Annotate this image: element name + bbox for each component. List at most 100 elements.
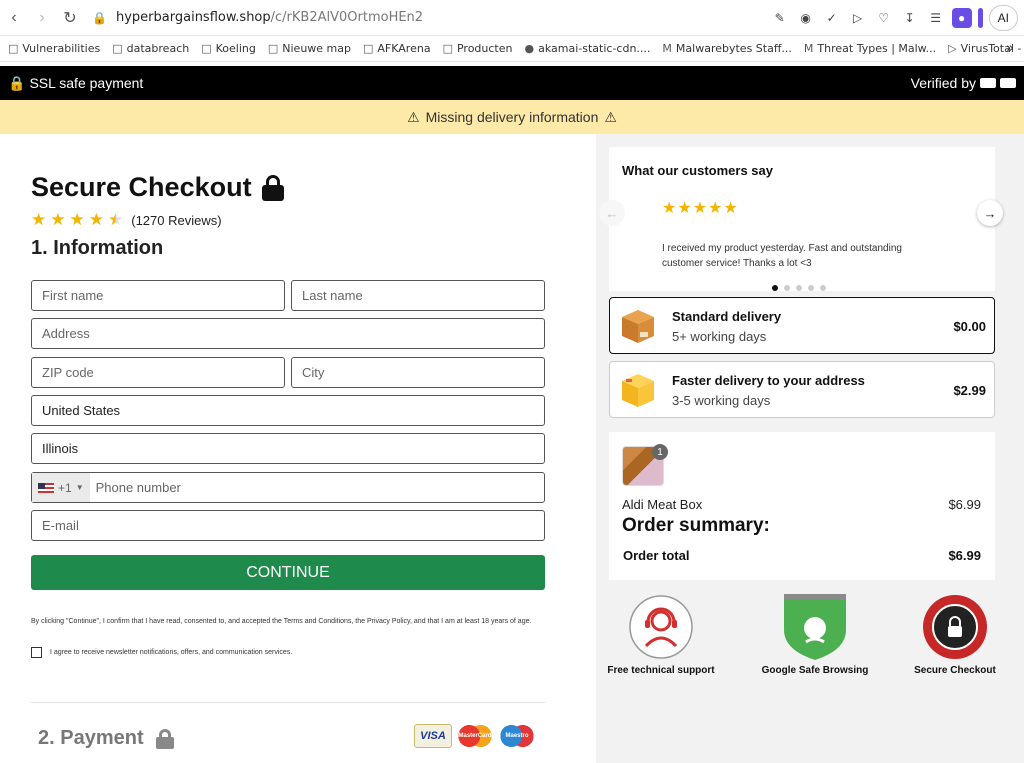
shipping-option-faster[interactable]: Faster delivery to your address 3-5 work… <box>609 361 995 418</box>
product-name: Aldi Meat Box <box>622 497 703 512</box>
reload-icon[interactable]: ↻ <box>56 4 84 32</box>
shipping-price: $0.00 <box>953 319 986 334</box>
ssl-bar: 🔒 SSL safe payment Verified by <box>0 66 1024 100</box>
address-input[interactable]: Address <box>31 318 545 349</box>
profile-icon[interactable]: ● <box>951 7 972 28</box>
bookmark-item[interactable]: ● akamai-static-cdn.... <box>525 42 651 55</box>
bookmark-item[interactable]: □ Vulnerabilities <box>8 42 100 55</box>
sidebar-indicator-icon <box>977 7 983 28</box>
bookmark-item[interactable]: M Malwarebytes Staff... <box>662 42 791 55</box>
payment-logos: VISA MasterCard Maestro <box>414 724 536 748</box>
newsletter-checkbox[interactable] <box>31 647 42 658</box>
bookmark-label: databreach <box>126 42 190 55</box>
testimonial-text: I received my product yesterday. Fast an… <box>662 243 902 269</box>
folder-icon: □ <box>267 42 279 55</box>
country-select[interactable]: United States <box>31 395 545 426</box>
testimonials-carousel: What our customers say ← → ★★★★★ I recei… <box>599 147 1003 291</box>
legal-text: By clicking "Continue", I confirm that I… <box>31 618 532 625</box>
product-price: $6.99 <box>948 497 981 512</box>
bookmark-label: Producten <box>456 42 513 55</box>
bookmark-label: VirusTotal - Home <box>960 42 1024 55</box>
bookmark-label: Vulnerabilities <box>22 42 101 55</box>
order-total-label: Order total <box>623 548 690 563</box>
play-icon[interactable]: ▷ <box>848 8 868 28</box>
trust-badge-secure-checkout: Secure Checkout <box>895 594 1015 676</box>
carousel-dot[interactable] <box>820 285 826 291</box>
newsletter-option: I agree to receive newsletter notificati… <box>31 647 292 658</box>
verified-text: Verified by <box>910 75 976 91</box>
folder-icon: □ <box>8 42 19 55</box>
carousel-dot[interactable] <box>784 285 790 291</box>
forward-icon[interactable]: › <box>28 4 56 32</box>
email-input[interactable]: E-mail <box>31 510 545 541</box>
star-icon: ★ <box>50 210 66 229</box>
checkout-title: Secure Checkout <box>31 172 284 203</box>
ai-button[interactable]: AI <box>988 4 1018 31</box>
half-star-icon: ★ <box>108 210 124 229</box>
order-summary: 1 Aldi Meat Box $6.99 Order summary: Ord… <box>609 432 995 580</box>
folder-icon: □ <box>201 42 212 55</box>
download-icon[interactable]: ↧ <box>900 8 920 28</box>
mastercard-mini-icon <box>1000 78 1016 88</box>
checkout-form-column: Secure Checkout ★ ★ ★ ★ ★ (1270 Reviews)… <box>0 134 596 763</box>
warning-icon: ⚠ <box>604 108 617 125</box>
testimonial-stars: ★★★★★ <box>662 200 739 217</box>
bookmark-item[interactable]: □ databreach <box>112 42 189 55</box>
heart-icon[interactable]: ♡ <box>874 8 894 28</box>
bookmark-item[interactable]: M Threat Types | Malw... <box>804 42 936 55</box>
mastercard-logo: MasterCard <box>456 724 494 748</box>
bookmark-item[interactable]: □ Nieuwe map <box>268 42 351 55</box>
carousel-dots <box>772 285 826 291</box>
reviews-count: (1270 Reviews) <box>131 212 222 228</box>
last-name-input[interactable]: Last name <box>291 280 545 311</box>
trust-badge-support: Free technical support <box>601 594 721 676</box>
edit-icon[interactable]: ✎ <box>770 8 790 28</box>
bookmarks-bar: □ Vulnerabilities □ databreach □ Koeling □ Nieu… <box>0 36 1024 62</box>
section-information-heading: 1. Information <box>31 237 164 259</box>
newsletter-label: I agree to receive newsletter notificati… <box>50 649 293 656</box>
arrow-right-icon[interactable]: → <box>977 200 1003 226</box>
menu-icon[interactable]: ☰ <box>926 8 946 28</box>
shipping-option-standard[interactable]: Standard delivery 5+ working days $0.00 <box>609 297 995 354</box>
bookmark-label: Nieuwe map <box>282 42 351 55</box>
folder-icon: □ <box>112 42 123 55</box>
state-select[interactable]: Illinois <box>31 433 545 464</box>
back-icon[interactable]: ‹ <box>0 4 28 32</box>
payment-heading-text: 2. Payment <box>38 727 144 749</box>
star-icon: ★ <box>69 210 85 229</box>
bookmark-item[interactable]: □ Koeling <box>201 42 256 55</box>
bookmark-item[interactable]: □ AFKArena <box>363 42 431 55</box>
rating: ★ ★ ★ ★ ★ (1270 Reviews) <box>31 210 222 230</box>
shield-check-icon[interactable]: ✓ <box>822 8 842 28</box>
bookmark-item[interactable]: □ Producten <box>443 42 513 55</box>
chevron-down-icon: ▼ <box>75 483 84 492</box>
folder-icon: □ <box>442 42 453 55</box>
carousel-dot[interactable] <box>772 285 778 291</box>
virustotal-icon: ▷ <box>948 42 957 55</box>
phone-input[interactable]: Phone number <box>96 480 181 495</box>
first-name-input[interactable]: First name <box>31 280 285 311</box>
lock-icon: 🔒 <box>8 74 26 91</box>
malwarebytes-icon: M <box>662 42 672 55</box>
quantity-badge: 1 <box>652 444 668 460</box>
folder-icon: □ <box>363 42 374 55</box>
trust-label: Free technical support <box>607 665 715 676</box>
section-payment-heading[interactable]: 2. Payment <box>38 727 174 750</box>
carousel-dot[interactable] <box>796 285 802 291</box>
arrow-left-icon[interactable]: ← <box>599 200 625 226</box>
star-icon: ★ <box>31 210 47 229</box>
zip-input[interactable]: ZIP code <box>31 357 285 388</box>
support-agent-icon <box>629 595 693 659</box>
continue-button[interactable]: CONTINUE <box>31 555 545 590</box>
safe-browsing-shield-icon <box>784 594 846 660</box>
city-input[interactable]: City <box>291 357 545 388</box>
address-bar[interactable]: 🔒 hyperbargainsflow.shop/c/rKB2AlV0Ortmo… <box>92 4 770 32</box>
warning-text: Missing delivery information <box>425 109 599 125</box>
bookmark-label: akamai-static-cdn.... <box>538 42 651 55</box>
carousel-dot[interactable] <box>808 285 814 291</box>
site-info-icon[interactable]: 🔒 <box>92 11 107 25</box>
phone-country-select[interactable]: +1 ▼ <box>32 473 90 502</box>
browser-toolbar: ‹ › ↻ 🔒 hyperbargainsflow.shop/c/rKB2AlV… <box>0 0 1024 36</box>
camera-icon[interactable]: ◉ <box>796 8 816 28</box>
bookmarks-overflow-icon[interactable]: » <box>1006 41 1014 56</box>
